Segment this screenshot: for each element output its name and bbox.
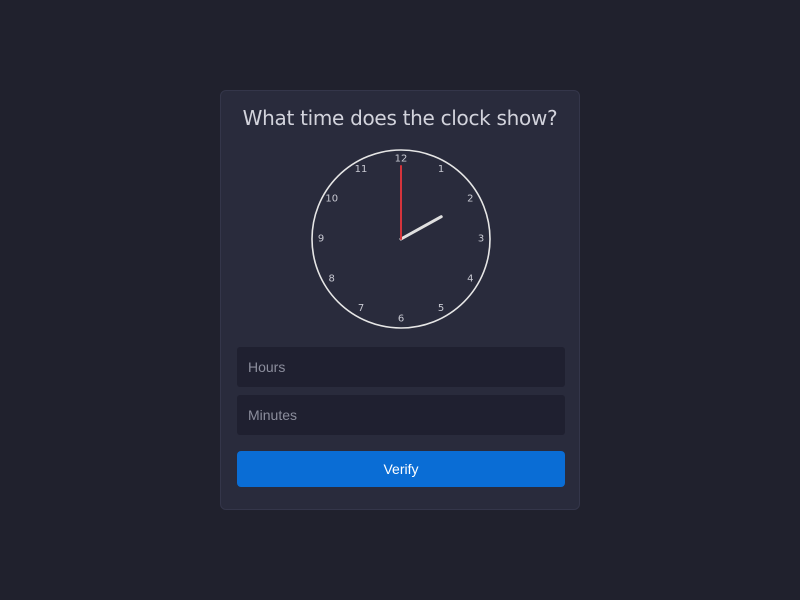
clock-numeral-2: 2 [467,194,473,205]
captcha-title: What time does the clock show? [242,106,558,130]
clock-numeral-1: 1 [438,164,444,175]
clock-numeral-4: 4 [467,274,473,285]
hours-input[interactable] [237,347,565,387]
clock-numeral-5: 5 [438,303,444,314]
clock-numeral-11: 11 [355,164,368,175]
clock-numeral-9: 9 [318,234,324,245]
clock-numeral-7: 7 [358,303,364,314]
analog-clock: 12 1 2 3 4 5 6 7 8 9 10 11 [311,149,491,329]
minutes-input[interactable] [237,395,565,435]
verify-button[interactable]: Verify [237,451,565,487]
hour-hand [399,215,443,241]
clock-numeral-3: 3 [478,234,484,245]
clock-numeral-6: 6 [398,314,404,325]
clock-numeral-8: 8 [329,274,335,285]
clock-numeral-10: 10 [325,194,338,205]
clock-numeral-12: 12 [395,154,408,165]
captcha-card: What time does the clock show? 12 1 2 3 … [220,90,580,510]
